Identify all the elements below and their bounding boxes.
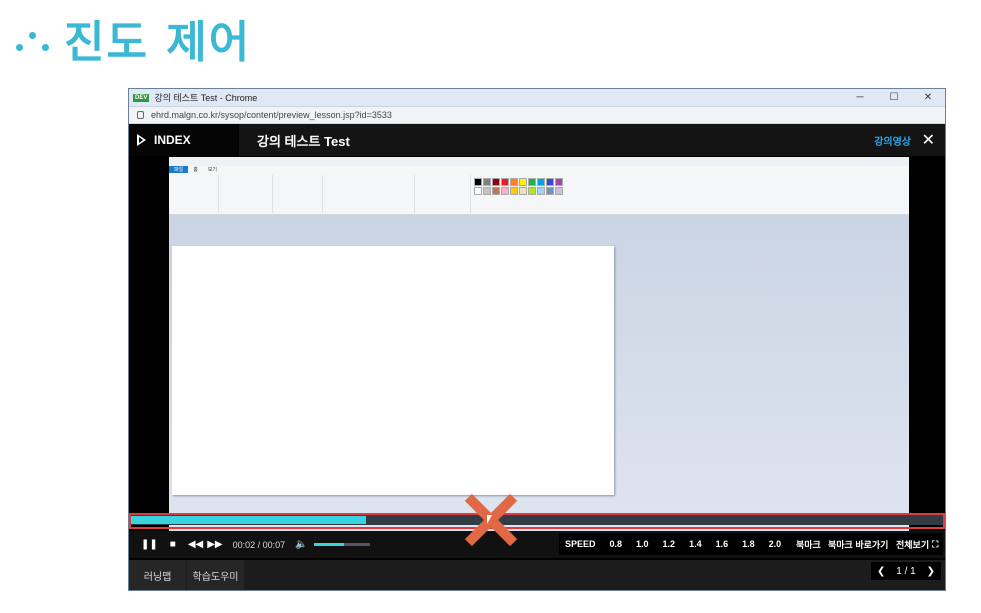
- speed-option[interactable]: 1.8: [742, 539, 755, 549]
- therefore-dots-icon: [16, 18, 50, 58]
- paint-size-group: [417, 175, 471, 213]
- browser-window: DEV 강의 테스트 Test - Chrome ─ ☐ ✕ ehrd.malg…: [128, 88, 946, 591]
- bookmark-button[interactable]: 북마크: [791, 533, 826, 555]
- next-page-icon[interactable]: ❯: [927, 566, 935, 577]
- speed-option[interactable]: 1.0: [636, 539, 649, 549]
- video-area[interactable]: 파일 홈 보기: [129, 157, 945, 534]
- window-close-button[interactable]: ✕: [911, 92, 945, 103]
- paint-ribbon-tabs: 파일 홈 보기: [169, 166, 909, 173]
- page-indicator: 1 / 1: [896, 565, 916, 577]
- speed-label: SPEED: [565, 539, 596, 549]
- volume-icon[interactable]: 🔈: [295, 539, 307, 550]
- slide-title-text: 진도 제어: [64, 17, 252, 68]
- video-tab[interactable]: 강의영상: [874, 133, 911, 148]
- paint-color-palette: [474, 178, 563, 195]
- speed-option[interactable]: 0.8: [610, 539, 623, 549]
- speed-option[interactable]: 1.4: [689, 539, 702, 549]
- speed-selector: SPEED 0.8 1.0 1.2 1.4 1.6 1.8 2.0: [559, 533, 802, 555]
- lock-icon: [137, 111, 144, 119]
- paint-clipboard-group: [169, 175, 219, 213]
- learning-map-tab[interactable]: 러닝맵: [129, 560, 186, 590]
- lesson-title: 강의 테스트 Test: [257, 133, 350, 149]
- study-helper-tab[interactable]: 학습도우미: [187, 560, 244, 590]
- speed-option[interactable]: 1.2: [663, 539, 676, 549]
- player-close-icon[interactable]: ✕: [922, 130, 935, 150]
- index-button[interactable]: INDEX: [129, 124, 239, 156]
- time-display: 00:02 / 00:07: [232, 539, 286, 550]
- maximize-button[interactable]: ☐: [877, 92, 911, 103]
- paint-image-group: [221, 175, 273, 213]
- fullscreen-button[interactable]: 전체보기 ⛶: [891, 533, 944, 555]
- dev-badge: DEV: [133, 93, 150, 102]
- mouse-cursor-icon: [487, 515, 492, 524]
- speed-option[interactable]: 1.6: [716, 539, 729, 549]
- stop-icon[interactable]: ■: [170, 539, 176, 550]
- progress-area: [129, 513, 945, 529]
- prev-page-icon[interactable]: ❮: [877, 566, 885, 577]
- window-title: 강의 테스트 Test - Chrome: [154, 93, 258, 103]
- window-titlebar: DEV 강의 테스트 Test - Chrome ─ ☐ ✕: [129, 89, 945, 107]
- volume-fill: [313, 543, 345, 546]
- paint-tab-view: 보기: [207, 167, 218, 173]
- paint-tab-home: 홈: [193, 167, 198, 173]
- url-text[interactable]: ehrd.malgn.co.kr/sysop/content/preview_l…: [151, 110, 392, 120]
- speed-option[interactable]: 2.0: [769, 539, 782, 549]
- forward-icon[interactable]: ▶▶: [207, 539, 222, 550]
- minimize-button[interactable]: ─: [843, 92, 877, 103]
- player-header: INDEX 강의 테스트 Test 강의영상 ✕: [129, 124, 945, 156]
- paint-canvas: [172, 246, 614, 495]
- paint-app-screenshot: 파일 홈 보기: [169, 157, 909, 534]
- paint-ribbon: [169, 173, 909, 215]
- play-outline-icon: [137, 134, 146, 146]
- player-controls: ❚❚ ■ ◀◀ ▶▶ 00:02 / 00:07 🔈 SPEED 0.8 1.0…: [129, 531, 945, 558]
- page-navigator: ❮ 1 / 1 ❯: [871, 562, 941, 580]
- fullscreen-icon: ⛶: [932, 538, 939, 549]
- highlight-frame: [129, 513, 945, 529]
- rewind-icon[interactable]: ◀◀: [188, 539, 203, 550]
- bookmark-go-button[interactable]: 북마크 바로가기: [823, 533, 894, 555]
- slide-title: 진도 제어: [16, 8, 251, 68]
- paint-quick-access: [169, 157, 909, 166]
- pause-icon[interactable]: ❚❚: [141, 539, 158, 550]
- paint-shapes-group: [325, 175, 415, 213]
- volume-slider[interactable]: [313, 543, 370, 546]
- index-label: INDEX: [154, 133, 191, 147]
- player-footer: 러닝맵 학습도우미 ❮ 1 / 1 ❯: [129, 560, 945, 590]
- fullscreen-label: 전체보기: [896, 539, 930, 550]
- paint-tools-group: [275, 175, 323, 213]
- address-bar[interactable]: ehrd.malgn.co.kr/sysop/content/preview_l…: [129, 107, 945, 124]
- paint-tab-file: 파일: [169, 166, 189, 173]
